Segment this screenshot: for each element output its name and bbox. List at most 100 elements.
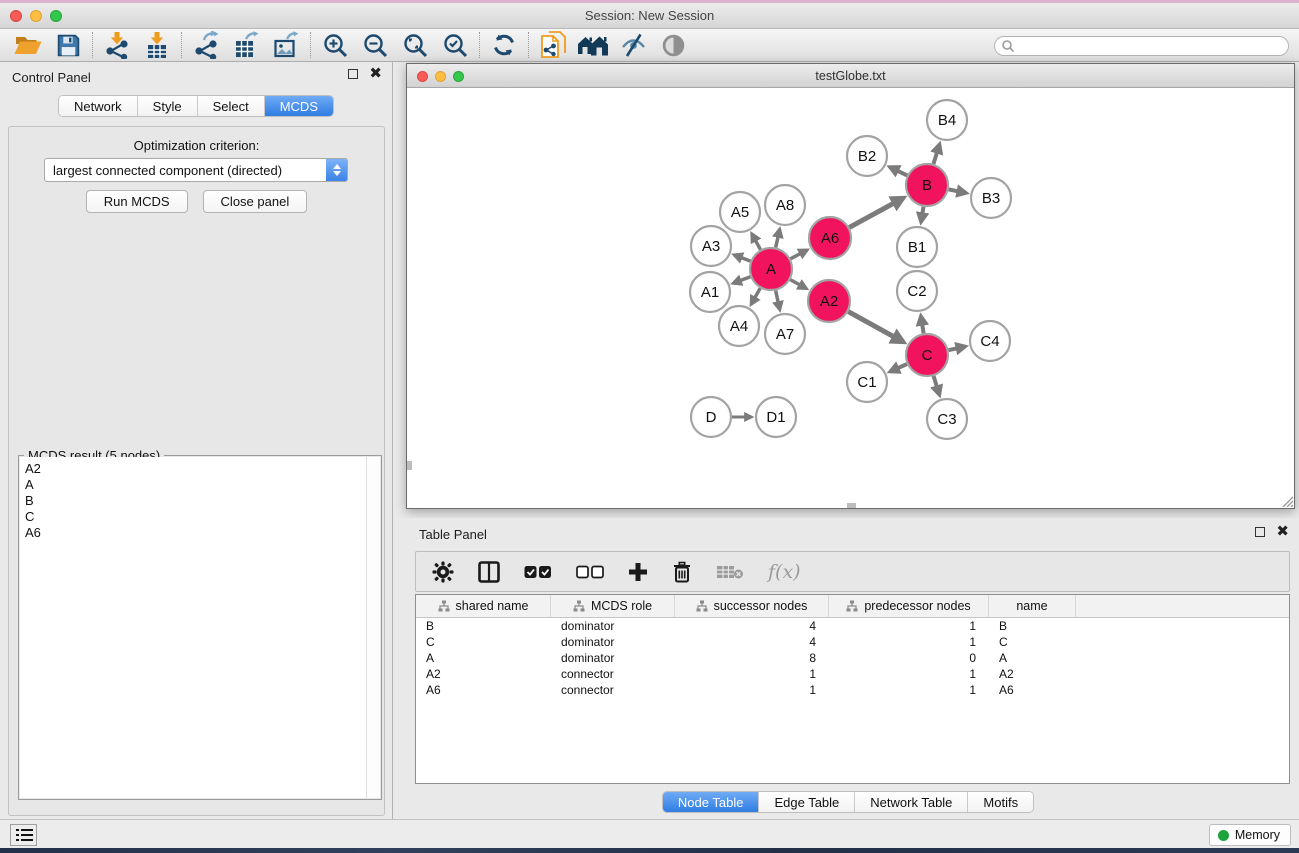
column-header-successor-nodes[interactable]: successor nodes — [675, 595, 829, 617]
show-hide-graphics-details-button[interactable] — [613, 30, 653, 60]
first-neighbors-button[interactable] — [573, 30, 613, 60]
float-table-panel-icon[interactable] — [1255, 527, 1265, 537]
table-cell[interactable]: 1 — [675, 666, 829, 682]
edge-A-A1[interactable] — [734, 277, 751, 283]
table-cell[interactable]: C — [989, 634, 1076, 650]
network-canvas[interactable]: B4B2BB3A8A5A6A3B1AA1C2A2A4A7C4CC1DD1C3 — [407, 88, 1294, 508]
network-window-titlebar[interactable]: testGlobe.txt — [407, 64, 1294, 88]
table-cell[interactable]: A6 — [989, 682, 1076, 698]
table-cell[interactable]: A — [989, 650, 1076, 666]
edge-B-B2[interactable] — [890, 167, 907, 175]
close-panel-button[interactable]: Close panel — [203, 190, 308, 213]
table-cell[interactable]: 1 — [829, 682, 989, 698]
table-cell[interactable]: 1 — [675, 682, 829, 698]
edge-C-C2[interactable] — [921, 316, 924, 333]
import-table-button[interactable] — [137, 30, 177, 60]
table-settings-button[interactable] — [432, 561, 454, 583]
tab-node-table[interactable]: Node Table — [663, 792, 759, 812]
table-cell[interactable]: connector — [551, 682, 675, 698]
node-table[interactable]: shared nameMCDS rolesuccessor nodesprede… — [415, 594, 1290, 784]
import-network-button[interactable] — [97, 30, 137, 60]
select-all-button[interactable] — [524, 565, 552, 579]
table-cell[interactable]: 1 — [829, 618, 989, 634]
tab-style[interactable]: Style — [137, 96, 197, 116]
network-graph[interactable]: B4B2BB3A8A5A6A3B1AA1C2A2A4A7C4CC1DD1C3 — [407, 88, 1294, 508]
column-header-MCDS-role[interactable]: MCDS role — [551, 595, 675, 617]
column-panel-button[interactable] — [478, 561, 500, 583]
function-builder-button[interactable]: f(x) — [768, 561, 801, 583]
column-header-shared-name[interactable]: shared name — [416, 595, 551, 617]
close-panel-icon[interactable]: ✖ — [369, 69, 382, 79]
column-header-name[interactable]: name — [989, 595, 1076, 617]
mcds-result-list[interactable]: A2ABCA6 — [20, 457, 366, 798]
table-cell[interactable]: B — [989, 618, 1076, 634]
birdseye-view-button[interactable] — [653, 30, 693, 60]
table-cell[interactable]: A6 — [416, 682, 551, 698]
table-cell[interactable]: 8 — [675, 650, 829, 666]
edge-A-A3[interactable] — [734, 255, 750, 261]
window-resize-handle-left[interactable] — [407, 461, 412, 470]
tab-select[interactable]: Select — [197, 96, 264, 116]
table-cell[interactable]: dominator — [551, 618, 675, 634]
zoom-fit-button[interactable] — [395, 30, 435, 60]
edge-A-A4[interactable] — [751, 288, 760, 304]
add-column-button[interactable] — [628, 562, 648, 582]
tab-mcds[interactable]: MCDS — [264, 96, 333, 116]
zoom-out-button[interactable] — [355, 30, 395, 60]
mcds-result-item[interactable]: A — [25, 477, 366, 493]
edge-B-B1[interactable] — [921, 207, 923, 222]
tab-motifs[interactable]: Motifs — [967, 792, 1033, 812]
run-mcds-button[interactable]: Run MCDS — [86, 190, 188, 213]
edge-A2-C[interactable] — [848, 312, 903, 342]
window-resize-handle-bottom[interactable] — [847, 503, 856, 508]
table-cell[interactable]: connector — [551, 666, 675, 682]
show-panels-list-button[interactable] — [10, 824, 37, 846]
save-session-button[interactable] — [48, 30, 88, 60]
search-input[interactable] — [1015, 38, 1288, 54]
table-cell[interactable]: C — [416, 634, 551, 650]
export-table-button[interactable] — [226, 30, 266, 60]
edge-A-A6[interactable] — [790, 250, 806, 259]
edge-A-A2[interactable] — [790, 280, 806, 289]
column-header-predecessor-nodes[interactable]: predecessor nodes — [829, 595, 989, 617]
table-cell[interactable]: 4 — [675, 618, 829, 634]
export-image-button[interactable] — [266, 30, 306, 60]
edge-A-A5[interactable] — [752, 234, 760, 250]
apply-layout-button[interactable] — [484, 30, 524, 60]
result-scrollbar[interactable] — [366, 457, 380, 798]
memory-button[interactable]: Memory — [1209, 824, 1291, 846]
export-network-button[interactable] — [186, 30, 226, 60]
table-cell[interactable]: B — [416, 618, 551, 634]
edge-A-A7[interactable] — [776, 291, 780, 310]
table-row[interactable]: A2connector11A2 — [416, 666, 1289, 682]
table-row[interactable]: Bdominator41B — [416, 618, 1289, 634]
table-row[interactable]: Cdominator41C — [416, 634, 1289, 650]
deselect-all-button[interactable] — [576, 565, 604, 579]
float-panel-icon[interactable] — [348, 69, 358, 79]
edge-A6-B[interactable] — [849, 198, 903, 227]
table-cell[interactable]: dominator — [551, 634, 675, 650]
optimization-criterion-select[interactable]: largest connected component (directed) — [44, 158, 348, 182]
close-table-panel-icon[interactable]: ✖ — [1276, 527, 1289, 537]
delete-column-button[interactable] — [672, 561, 692, 583]
table-cell[interactable]: A — [416, 650, 551, 666]
mcds-result-item[interactable]: A2 — [25, 461, 366, 477]
edge-B-B4[interactable] — [933, 144, 939, 164]
mcds-result-item[interactable]: A6 — [25, 525, 366, 541]
table-cell[interactable]: 1 — [829, 634, 989, 650]
table-cell[interactable]: 1 — [829, 666, 989, 682]
search-field[interactable] — [994, 36, 1289, 56]
edge-C-C1[interactable] — [890, 364, 907, 371]
zoom-in-button[interactable] — [315, 30, 355, 60]
delete-table-button[interactable] — [716, 564, 744, 580]
tab-network-table[interactable]: Network Table — [854, 792, 967, 812]
table-cell[interactable]: A2 — [989, 666, 1076, 682]
tab-network[interactable]: Network — [59, 96, 137, 116]
edge-A-A8[interactable] — [776, 230, 780, 248]
edge-C-C3[interactable] — [934, 376, 940, 395]
edge-B-B3[interactable] — [949, 189, 966, 193]
mcds-result-item[interactable]: C — [25, 509, 366, 525]
table-row[interactable]: A6connector11A6 — [416, 682, 1289, 698]
table-cell[interactable]: 0 — [829, 650, 989, 666]
edge-C-C4[interactable] — [948, 347, 965, 351]
